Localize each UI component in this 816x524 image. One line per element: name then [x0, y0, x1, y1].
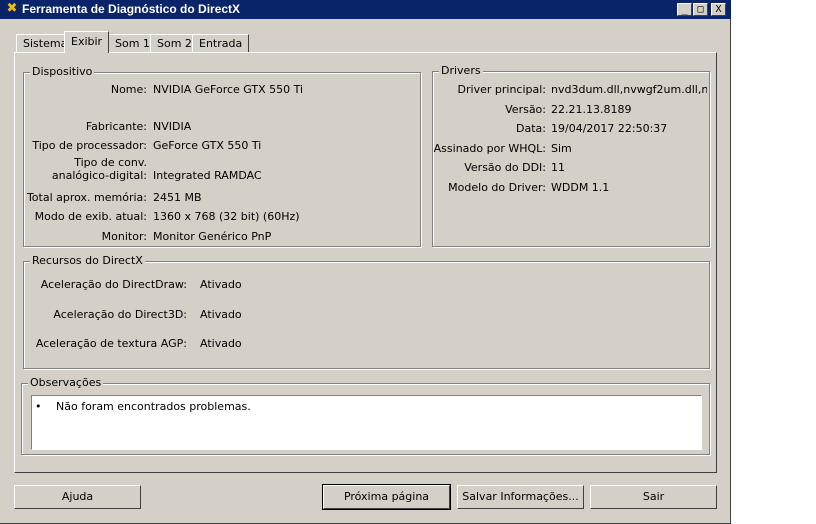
manufacturer-label: Fabricante: — [85, 120, 147, 133]
driver-date-value: 19/04/2017 22:50:37 — [551, 122, 668, 135]
drivers-group: Drivers Driver principal: nvd3dum.dll,nv… — [432, 64, 710, 247]
device-name-value: NVIDIA GeForce GTX 550 Ti — [153, 83, 304, 96]
device-name-label: Nome: — [110, 83, 147, 96]
save-information-button[interactable]: Salvar Informações... — [457, 485, 584, 509]
directdraw-label: Aceleração do DirectDraw: — [40, 278, 187, 291]
title-bar[interactable]: ✖ Ferramenta de Diagnóstico do DirectX _… — [0, 0, 731, 19]
device-group: Dispositivo Nome: NVIDIA GeForce GTX 550… — [23, 65, 421, 247]
display-mode-value: 1360 x 768 (32 bit) (60Hz) — [153, 210, 300, 223]
manufacturer-value: NVIDIA — [153, 120, 192, 133]
dxdiag-window: ✖ Ferramenta de Diagnóstico do DirectX _… — [0, 0, 731, 524]
dac-type-value: Integrated RAMDAC — [153, 169, 262, 182]
help-button[interactable]: Ajuda — [14, 485, 141, 509]
ddi-version-label: Versão do DDI: — [464, 161, 546, 174]
directx-features-title: Recursos do DirectX — [30, 254, 145, 267]
whql-value: Sim — [551, 142, 572, 155]
minimize-button[interactable]: _ — [677, 3, 692, 16]
notes-box[interactable]: • Não foram encontrados problemas. — [31, 395, 702, 450]
next-page-button[interactable]: Próxima página — [322, 484, 451, 510]
direct3d-value: Ativado — [200, 308, 242, 321]
memory-value: 2451 MB — [153, 191, 202, 204]
maximize-button[interactable]: □ — [693, 3, 708, 16]
directdraw-value: Ativado — [200, 278, 242, 291]
driver-version-label: Versão: — [505, 103, 546, 116]
notes-bullet: • — [35, 400, 42, 413]
monitor-value: Monitor Genérico PnP — [153, 230, 272, 243]
agp-label: Aceleração de textura AGP: — [35, 337, 187, 350]
display-mode-label: Modo de exib. atual: — [34, 210, 147, 223]
memory-label: Total aprox. memória: — [26, 191, 147, 204]
chip-type-label: Tipo de processador: — [32, 139, 147, 152]
exit-button[interactable]: Sair — [590, 485, 717, 509]
driver-model-label: Modelo do Driver: — [448, 181, 546, 194]
drivers-group-title: Drivers — [439, 64, 483, 77]
driver-model-value: WDDM 1.1 — [551, 181, 610, 194]
window-title: Ferramenta de Diagnóstico do DirectX — [22, 2, 241, 16]
driver-date-label: Data: — [516, 122, 546, 135]
agp-value: Ativado — [200, 337, 242, 350]
main-driver-value: nvd3dum.dll,nvwgf2um.dll,nvwgf2um.dll — [551, 83, 707, 96]
chip-type-value: GeForce GTX 550 Ti — [153, 139, 262, 152]
tab-exibir[interactable]: Exibir — [64, 31, 110, 53]
device-group-title: Dispositivo — [30, 65, 95, 78]
direct3d-label: Aceleração do Direct3D: — [53, 308, 187, 321]
dac-type-label-line2: analógico-digital: — [51, 169, 147, 182]
whql-label: Assinado por WHQL: — [433, 142, 546, 155]
driver-version-value: 22.21.13.8189 — [551, 103, 632, 116]
tab-entrada[interactable]: Entrada — [192, 34, 250, 52]
tab-panel-exibir: Dispositivo Nome: NVIDIA GeForce GTX 550… — [14, 52, 717, 473]
close-button[interactable]: X — [711, 3, 726, 16]
ddi-version-value: 11 — [551, 161, 565, 174]
directx-icon: ✖ — [6, 1, 18, 16]
directx-features-group: Recursos do DirectX Aceleração do Direct… — [23, 254, 710, 369]
dac-type-label-line1: Tipo de conv. — [74, 156, 147, 169]
notes-group: Observações • Não foram encontrados prob… — [21, 376, 710, 455]
monitor-label: Monitor: — [101, 230, 147, 243]
notes-text: Não foram encontrados problemas. — [56, 400, 251, 413]
main-driver-label: Driver principal: — [457, 83, 546, 96]
notes-group-title: Observações — [28, 376, 104, 389]
